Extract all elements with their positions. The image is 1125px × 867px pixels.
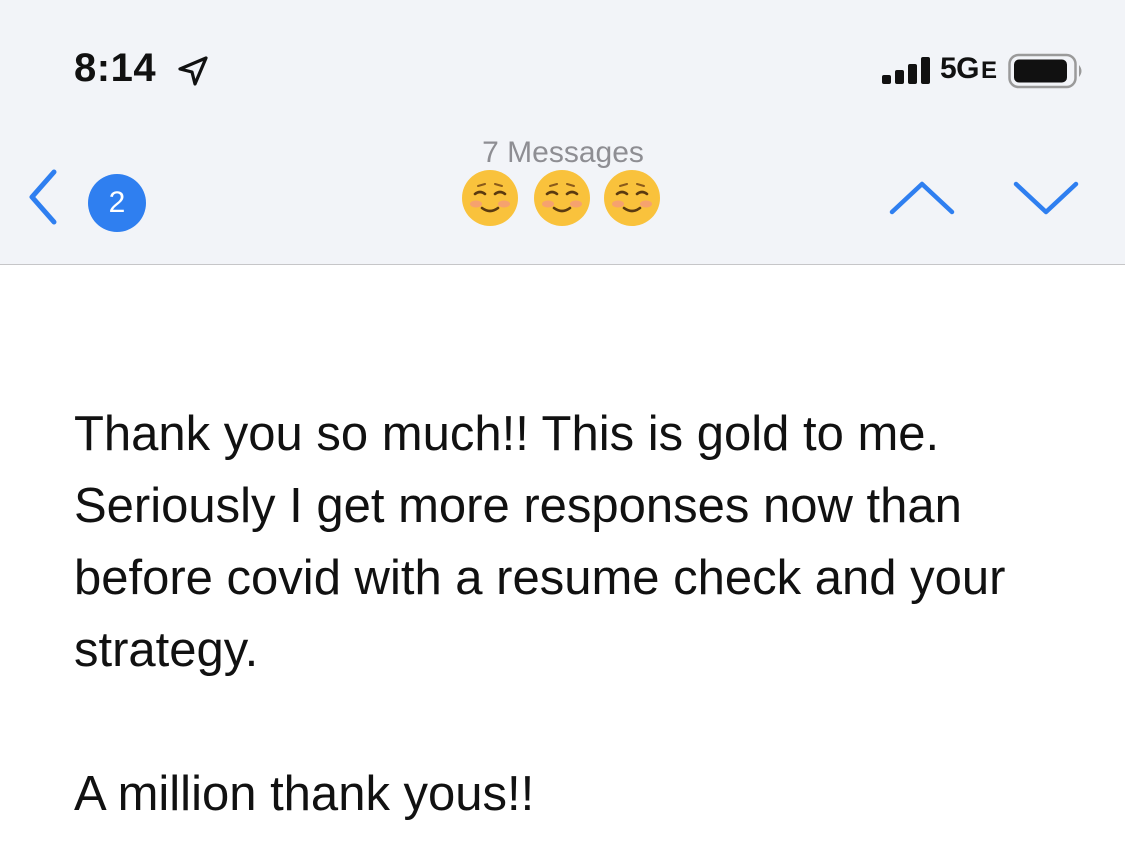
header-divider xyxy=(0,264,1125,265)
smiling-face-emoji-icon xyxy=(462,170,518,226)
unread-count-badge[interactable]: 2 xyxy=(88,174,146,232)
chevron-left-icon[interactable] xyxy=(20,166,72,228)
battery-icon xyxy=(1008,53,1082,89)
thread-subject xyxy=(460,168,665,232)
smiling-face-emoji-icon xyxy=(604,170,660,226)
chevron-down-icon[interactable] xyxy=(1010,172,1082,222)
message-paragraph: Thank you so much!! This is gold to me. … xyxy=(74,407,1006,677)
message-body: Thank you so much!! This is gold to me. … xyxy=(74,398,1094,830)
status-time: 8:14 xyxy=(74,46,157,90)
thread-message-count: 7 Messages xyxy=(482,136,644,169)
network-type: 5GE xyxy=(940,52,997,86)
mail-thread-screen: 8:14 5GE 2 7 Messages Thank you so much!… xyxy=(0,0,1125,867)
chevron-up-icon[interactable] xyxy=(886,172,958,222)
location-arrow-icon xyxy=(178,56,208,86)
cellular-signal-icon xyxy=(882,57,930,84)
smiling-face-emoji-icon xyxy=(534,170,590,226)
network-suffix: E xyxy=(981,57,997,84)
message-closing: A million thank yous!! xyxy=(74,767,535,821)
network-label: 5G xyxy=(940,52,980,85)
